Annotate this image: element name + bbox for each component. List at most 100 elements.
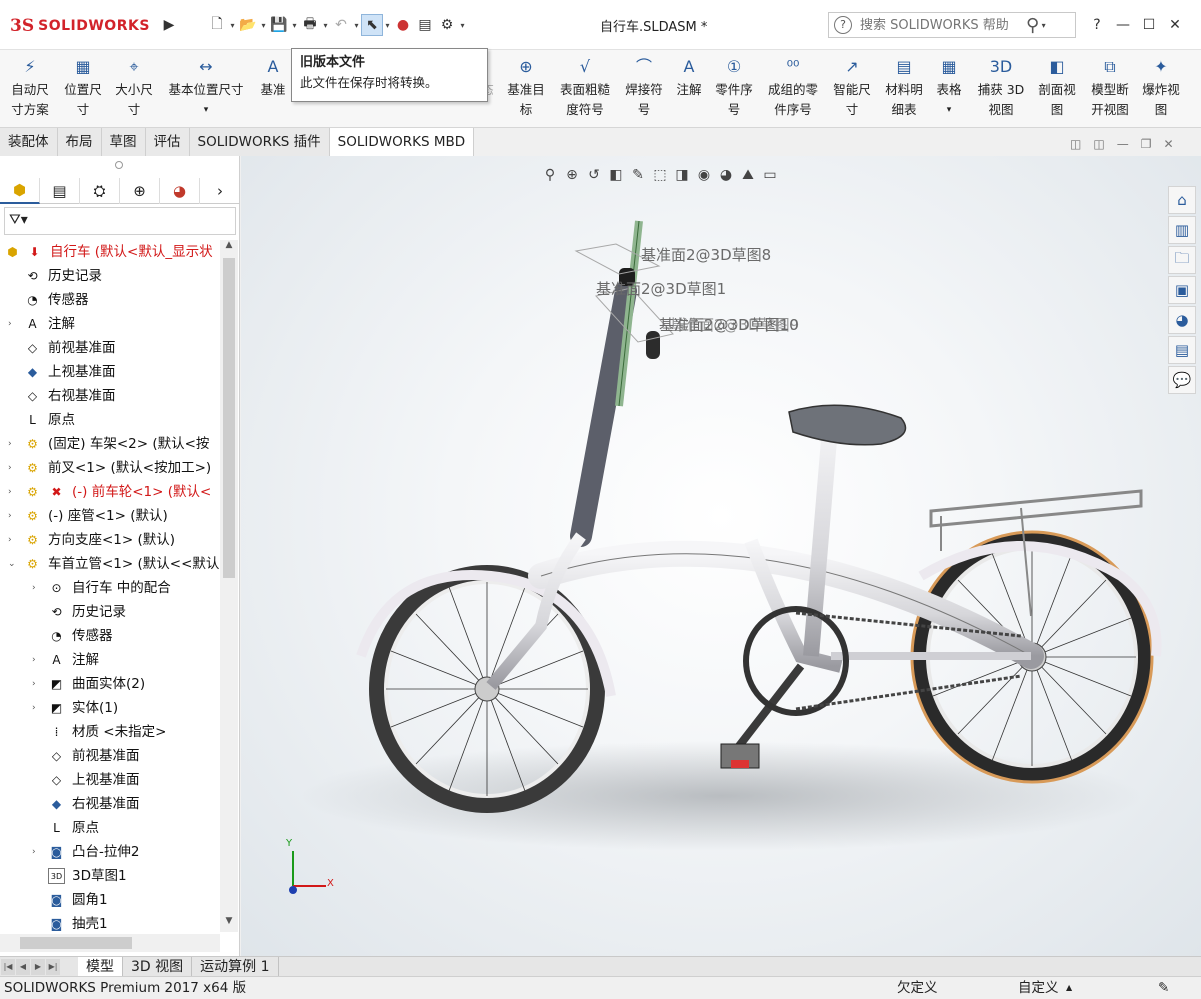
auto-dimension-button[interactable]: ⚡ 自动尺 寸方案 — [4, 54, 56, 120]
tree-item-top-plane[interactable]: ◆ 上视基准面 — [0, 360, 220, 384]
close-button[interactable]: ✕ — [1162, 17, 1188, 33]
next-tab-icon[interactable]: ▶ — [31, 958, 45, 975]
forum-icon[interactable]: 💬 — [1168, 366, 1196, 394]
tree-item-surface-bodies[interactable]: › ◩ 曲面实体(2) — [0, 672, 220, 696]
collapse-arrow-icon[interactable]: ⌄ — [8, 552, 18, 576]
tree-item-sub-top-plane[interactable]: ◇ 上视基准面 — [0, 768, 220, 792]
datum-button[interactable]: A 基准 — [256, 54, 290, 100]
property-manager-tab-icon[interactable]: ▤ — [40, 178, 80, 204]
tree-item-material[interactable]: ⁞ 材质 <未指定> — [0, 720, 220, 744]
table-button[interactable]: ▦ 表格 ▾ — [932, 54, 966, 120]
help-search-box[interactable]: ? ⚲ ▾ — [828, 12, 1076, 38]
tree-item-annotations[interactable]: › A 注解 — [0, 312, 220, 336]
expand-arrow-icon[interactable]: › — [32, 672, 42, 696]
options-gear-icon[interactable]: ⚙ — [436, 14, 458, 36]
view-palette-icon[interactable]: ▣ — [1168, 276, 1196, 304]
tab-sketch[interactable]: 草图 — [101, 128, 146, 156]
note-button[interactable]: A 注解 — [672, 54, 706, 100]
first-tab-icon[interactable]: |◀ — [1, 958, 15, 975]
section-view-button[interactable]: ◧ 剖面视图 — [1032, 54, 1082, 120]
expand-arrow-icon[interactable]: › — [32, 696, 42, 720]
select-dropdown-icon[interactable]: ▾ — [383, 21, 392, 30]
expand-arrow-icon[interactable]: › — [8, 432, 18, 456]
basic-location-dimension-button[interactable]: ↔ 基本位置尺寸 ▾ — [162, 54, 250, 120]
scroll-up-icon[interactable]: ▲ — [220, 240, 238, 256]
balloon-button[interactable]: ① 零件序号 — [710, 54, 758, 120]
tree-item-front-fork[interactable]: › ⚙ 前叉<1> (默认<按加工>) — [0, 456, 220, 480]
feature-manager-tab-icon[interactable]: ⬢ — [0, 178, 40, 204]
rebuild-indicator-icon[interactable]: ✎ — [1158, 977, 1169, 999]
tree-horizontal-scrollbar[interactable] — [0, 934, 220, 952]
expand-arrow-icon[interactable]: › — [8, 312, 18, 336]
prev-tab-icon[interactable]: ◀ — [16, 958, 30, 975]
tab-solidworks-addins[interactable]: SOLIDWORKS 插件 — [189, 128, 330, 156]
undo-icon[interactable]: ↶ — [330, 14, 352, 36]
tab-solidworks-mbd[interactable]: SOLIDWORKS MBD — [329, 128, 475, 156]
tree-item-sub-sensors[interactable]: ◔ 传感器 — [0, 624, 220, 648]
tree-item-sub-annotations[interactable]: › A 注解 — [0, 648, 220, 672]
tab-assembly[interactable]: 装配体 — [0, 128, 58, 156]
tree-item-sub-history[interactable]: ⟲ 历史记录 — [0, 600, 220, 624]
minimize-button[interactable]: — — [1110, 17, 1136, 33]
file-properties-icon[interactable]: ▤ — [414, 14, 436, 36]
doc-restore-icon[interactable]: ❐ — [1141, 137, 1152, 151]
search-icon[interactable]: ⚲ — [1026, 15, 1039, 36]
configuration-manager-tab-icon[interactable]: ⛭ — [80, 178, 120, 204]
units-dropdown-icon[interactable]: ▲ — [1066, 977, 1072, 999]
bicycle-model[interactable] — [241, 156, 1201, 956]
tree-item-sub-right-plane[interactable]: ◆ 右视基准面 — [0, 792, 220, 816]
expand-arrow-icon[interactable]: › — [32, 576, 42, 600]
sketch-label-1[interactable]: 基准面2@3D草图1 — [596, 278, 726, 299]
expand-arrow-icon[interactable]: › — [32, 840, 42, 864]
save-dropdown-icon[interactable]: ▾ — [290, 21, 299, 30]
rebuild-traffic-light-icon[interactable]: ● — [392, 14, 414, 36]
tree-item-seat-tube[interactable]: › ⚙ (-) 座管<1> (默认) — [0, 504, 220, 528]
filter-icon[interactable]: ⛛▾ — [9, 212, 28, 228]
hscroll-thumb[interactable] — [20, 937, 132, 949]
datum-target-button[interactable]: ⊕ 基准目标 — [504, 54, 548, 120]
saddle[interactable] — [788, 404, 907, 446]
graphics-area[interactable]: ⚲ ⊕ ↺ ◧ ✎ ⬚ ◨ ◉ ◕ ⛰ ▭ 基准面2@3D草图8 基准面2@3D… — [241, 156, 1201, 956]
dimxpert-tab-icon[interactable]: ⊕ — [120, 178, 160, 204]
tree-item-frame[interactable]: › ⚙ (固定) 车架<2> (默认<按 — [0, 432, 220, 456]
surface-finish-button[interactable]: √ 表面粗糙 度符号 — [554, 54, 616, 120]
tree-item-origin[interactable]: L 原点 — [0, 408, 220, 432]
expand-arrow-icon[interactable]: › — [8, 480, 18, 504]
model-break-view-button[interactable]: ⧉ 模型断 开视图 — [1086, 54, 1134, 120]
tree-item-front-plane[interactable]: ◇ 前视基准面 — [0, 336, 220, 360]
scroll-thumb[interactable] — [223, 258, 235, 578]
scroll-down-icon[interactable]: ▼ — [220, 916, 238, 932]
menu-arrow-icon[interactable]: ▶ — [158, 14, 180, 36]
stacked-balloon-button[interactable]: ⁰⁰ 成组的零 件序号 — [762, 54, 824, 120]
exploded-view-button[interactable]: ✦ 爆炸视图 — [1138, 54, 1184, 120]
tree-item-front-wheel[interactable]: › ⚙ ✖ (-) 前车轮<1> (默认< — [0, 480, 220, 504]
tree-item-mates[interactable]: › ⊙ 自行车 中的配合 — [0, 576, 220, 600]
panel-more-icon[interactable]: › — [200, 178, 240, 204]
help-menu-icon[interactable]: ? — [1084, 17, 1110, 33]
save-icon[interactable]: 💾 — [268, 14, 290, 36]
sketch-label-9[interactable]: 基准面2@3D草图9 — [669, 314, 799, 335]
tab-layout[interactable]: 布局 — [57, 128, 102, 156]
location-dimension-button[interactable]: ▦ 位置尺寸 — [58, 54, 108, 120]
tree-root-assembly[interactable]: ⬢ ⬇ 自行车 (默认<默认_显示状 — [0, 240, 220, 264]
tree-filter[interactable]: ⛛▾ — [4, 207, 236, 235]
rear-rack[interactable] — [929, 489, 1143, 528]
tab-3d-view[interactable]: 3D 视图 — [123, 956, 193, 977]
tree-item-sub-origin[interactable]: L 原点 — [0, 816, 220, 840]
capture-3d-view-button[interactable]: 3D 捕获 3D 视图 — [974, 54, 1028, 120]
new-document-icon[interactable]: 🗋 — [206, 14, 228, 36]
solidworks-logo[interactable]: 3S SOLIDWORKS — [10, 10, 154, 42]
tile-right-icon[interactable]: ◫ — [1093, 137, 1104, 151]
appearances-icon[interactable]: ◕ — [1168, 306, 1196, 334]
weld-symbol-button[interactable]: ⌒ 焊接符号 — [620, 54, 668, 120]
tree-item-3d-sketch1[interactable]: 3D 3D草图1 — [0, 864, 220, 888]
print-icon[interactable]: 🖶 — [299, 14, 321, 36]
head-tube[interactable] — [570, 280, 637, 547]
tree-item-boss-extrude2[interactable]: › ◙ 凸台-拉伸2 — [0, 840, 220, 864]
help-search-input[interactable] — [858, 16, 1018, 34]
tab-model[interactable]: 模型 — [78, 956, 123, 977]
options-dropdown-icon[interactable]: ▾ — [458, 21, 467, 30]
home-icon[interactable]: ⌂ — [1168, 186, 1196, 214]
open-dropdown-icon[interactable]: ▾ — [259, 21, 268, 30]
expand-arrow-icon[interactable]: › — [8, 528, 18, 552]
